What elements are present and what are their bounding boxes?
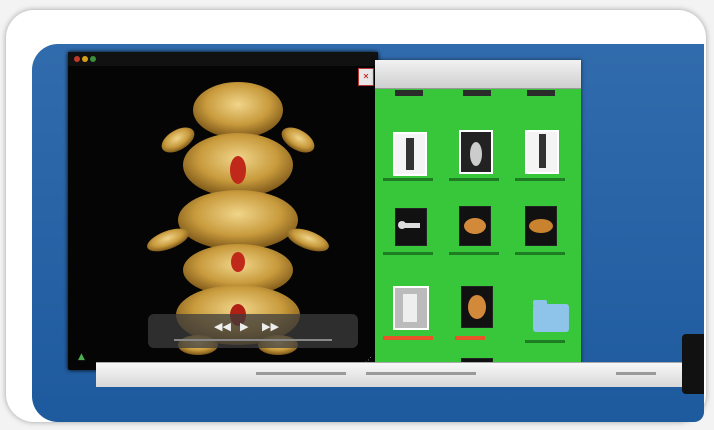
finder-toolbar[interactable]	[375, 60, 581, 89]
thumbnail-partial[interactable]	[527, 90, 555, 96]
close-window-icon[interactable]	[74, 56, 80, 62]
scrubber-bar[interactable]	[174, 339, 332, 341]
file-label-selected[interactable]	[455, 336, 485, 340]
file-label[interactable]	[515, 252, 565, 255]
file-label[interactable]	[383, 252, 433, 255]
rewind-button[interactable]: ◀◀	[214, 320, 231, 333]
desktop-screen: ✕ ◀◀ ▶ ▶▶ ▲ ⋰	[32, 44, 704, 422]
implant-thumbnail[interactable]	[395, 208, 427, 246]
player-close-button[interactable]: ✕	[358, 68, 374, 86]
fullscreen-icon[interactable]: ▲	[78, 352, 85, 362]
photo-frame: ✕ ◀◀ ▶ ▶▶ ▲ ⋰	[6, 10, 706, 422]
file-label[interactable]	[449, 178, 499, 181]
file-label[interactable]	[525, 340, 565, 343]
xray-thumbnail[interactable]	[525, 130, 559, 174]
media-player-window[interactable]: ✕ ◀◀ ▶ ▶▶ ▲ ⋰	[68, 52, 378, 370]
bone-render-thumbnail[interactable]	[461, 286, 493, 328]
status-text	[366, 372, 476, 375]
xray-thumbnail[interactable]	[393, 132, 427, 176]
play-button[interactable]: ▶	[240, 320, 248, 333]
xray-thumbnail[interactable]	[459, 130, 493, 174]
zoom-window-icon[interactable]	[90, 56, 96, 62]
dark-window-edge	[682, 334, 704, 394]
thumbnail-partial[interactable]	[395, 90, 423, 96]
folder-icon[interactable]	[533, 300, 569, 332]
file-label[interactable]	[449, 252, 499, 255]
finder-window[interactable]	[375, 60, 581, 374]
file-label[interactable]	[515, 178, 565, 181]
status-text	[616, 372, 656, 375]
playback-controls: ◀◀ ▶ ▶▶	[148, 314, 358, 348]
minimize-window-icon[interactable]	[82, 56, 88, 62]
fast-forward-button[interactable]: ▶▶	[262, 320, 279, 333]
player-titlebar[interactable]	[68, 52, 378, 66]
status-text	[256, 372, 346, 375]
file-label-selected[interactable]	[383, 336, 433, 340]
bone-render-thumbnail[interactable]	[525, 206, 557, 246]
xray-thumbnail[interactable]	[393, 286, 429, 330]
file-label[interactable]	[383, 178, 433, 181]
bone-render-thumbnail[interactable]	[459, 206, 491, 246]
thumbnail-partial[interactable]	[463, 90, 491, 96]
status-bar	[96, 362, 684, 387]
